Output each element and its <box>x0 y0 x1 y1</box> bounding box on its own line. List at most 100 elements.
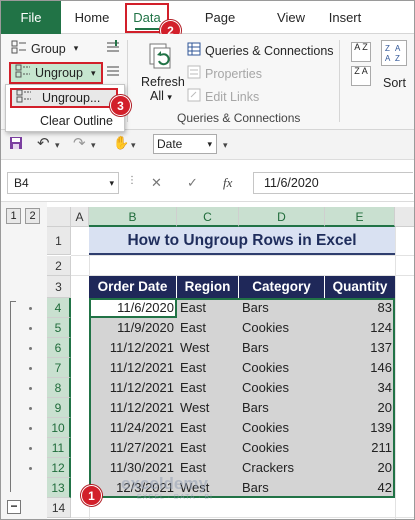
sort-dialog-icon[interactable]: ZAAZ <box>381 40 407 66</box>
sort-za-icon[interactable]: Z A <box>351 66 371 86</box>
table-cell-quantity[interactable]: 139 <box>325 418 395 438</box>
refresh-all-button[interactable]: Refresh All ▾ <box>141 40 185 103</box>
table-cell-category[interactable]: Cookies <box>239 378 325 398</box>
number-format-select[interactable]: Date ▾ <box>153 134 217 154</box>
table-cell-region[interactable]: East <box>177 438 239 458</box>
table-cell-quantity[interactable]: 124 <box>325 318 395 338</box>
row-header-6[interactable]: 6 <box>47 338 71 358</box>
table-cell-category[interactable]: Crackers <box>239 458 325 478</box>
table-cell-quantity[interactable]: 20 <box>325 458 395 478</box>
column-header-e[interactable]: E <box>325 207 395 227</box>
redo-icon[interactable]: ↷ <box>73 134 86 152</box>
table-cell-order-date[interactable]: 11/12/2021 <box>89 398 177 418</box>
row-header-9[interactable]: 9 <box>47 398 71 418</box>
table-cell-region[interactable]: West <box>177 338 239 358</box>
chevron-down-icon[interactable]: ▾ <box>55 140 60 151</box>
row-header-13[interactable]: 13 <box>47 478 71 498</box>
refresh-all-label: All ▾ <box>141 89 181 103</box>
queries-connections-button[interactable]: Queries & Connections <box>187 42 334 59</box>
table-cell-quantity[interactable]: 42 <box>325 478 395 498</box>
table-cell-category[interactable]: Bars <box>239 398 325 418</box>
table-cell-region[interactable]: East <box>177 378 239 398</box>
table-cell-category[interactable]: Cookies <box>239 438 325 458</box>
chevron-down-icon[interactable]: ▾ <box>131 140 136 151</box>
row-header-10[interactable]: 10 <box>47 418 71 438</box>
tab-home[interactable]: Home <box>67 1 117 34</box>
table-cell-category[interactable]: Cookies <box>239 358 325 378</box>
row-header-3[interactable]: 3 <box>47 276 71 298</box>
select-all-button[interactable] <box>47 207 71 227</box>
table-cell-order-date[interactable]: 11/12/2021 <box>89 378 177 398</box>
outline-level-2-button[interactable]: 2 <box>25 208 40 224</box>
row-header-12[interactable]: 12 <box>47 458 71 478</box>
column-header-a[interactable]: A <box>71 207 89 227</box>
table-cell-quantity[interactable]: 137 <box>325 338 395 358</box>
collapse-group-button[interactable]: − <box>7 500 21 514</box>
table-cell-category[interactable]: Bars <box>239 298 325 318</box>
menu-item-clear-outline[interactable]: Clear Outline <box>10 111 118 131</box>
table-header-quantity[interactable]: Quantity <box>325 276 395 298</box>
enter-icon[interactable]: ✓ <box>187 175 198 191</box>
sort-az-icon[interactable]: A Z <box>351 42 371 62</box>
table-cell-order-date[interactable]: 11/9/2020 <box>89 318 177 338</box>
table-cell-category[interactable]: Bars <box>239 338 325 358</box>
table-cell-region[interactable]: East <box>177 418 239 438</box>
sort-button[interactable]: Sort <box>383 76 406 90</box>
row-header-8[interactable]: 8 <box>47 378 71 398</box>
table-cell-order-date[interactable]: 11/6/2020 <box>89 298 177 318</box>
group-button[interactable]: Group ▾ <box>11 40 78 57</box>
tab-page-layout[interactable]: Page Layout <box>184 1 256 58</box>
table-cell-quantity[interactable]: 211 <box>325 438 395 458</box>
table-cell-category[interactable]: Cookies <box>239 418 325 438</box>
tab-view[interactable]: View <box>273 1 309 34</box>
table-cell-quantity[interactable]: 34 <box>325 378 395 398</box>
cancel-icon[interactable]: ✕ <box>151 175 162 191</box>
worksheet-grid: 1 2 A B C D E 1 2 3 4 5 6 7 8 9 10 11 12… <box>1 202 414 519</box>
undo-icon[interactable]: ↶ <box>37 134 50 152</box>
table-cell-order-date[interactable]: 11/24/2021 <box>89 418 177 438</box>
table-cell-quantity[interactable]: 146 <box>325 358 395 378</box>
save-icon[interactable] <box>9 136 23 153</box>
table-cell-order-date[interactable]: 11/12/2021 <box>89 358 177 378</box>
outline-level-1-button[interactable]: 1 <box>6 208 21 224</box>
row-header-2[interactable]: 2 <box>47 256 71 276</box>
column-header-f[interactable] <box>395 207 414 227</box>
row-header-1[interactable]: 1 <box>47 227 71 255</box>
table-cell-order-date[interactable]: 11/12/2021 <box>89 338 177 358</box>
chevron-down-icon[interactable]: ▾ <box>91 140 96 151</box>
column-header-b[interactable]: B <box>89 207 177 227</box>
table-cell-order-date[interactable]: 11/27/2021 <box>89 438 177 458</box>
name-box[interactable]: B4 ▾ <box>7 172 119 194</box>
column-header-d[interactable]: D <box>239 207 325 227</box>
row-header-7[interactable]: 7 <box>47 358 71 378</box>
table-header-region[interactable]: Region <box>177 276 239 298</box>
table-header-category[interactable]: Category <box>239 276 325 298</box>
table-cell-quantity[interactable]: 20 <box>325 398 395 418</box>
row-header-5[interactable]: 5 <box>47 318 71 338</box>
column-header-c[interactable]: C <box>177 207 239 227</box>
row-header-11[interactable]: 11 <box>47 438 71 458</box>
ungroup-button[interactable]: Ungroup ▾ <box>9 62 103 84</box>
row-header-4[interactable]: 4 <box>47 298 71 318</box>
table-cell-region[interactable]: East <box>177 358 239 378</box>
hide-detail-icon[interactable] <box>105 64 121 81</box>
table-cell-region[interactable]: East <box>177 318 239 338</box>
sheet-title[interactable]: How to Ungroup Rows in Excel <box>89 227 395 255</box>
table-cell-region[interactable]: East <box>177 298 239 318</box>
tab-file[interactable]: File <box>1 1 61 34</box>
properties-button[interactable]: Properties <box>187 65 262 82</box>
formula-input[interactable]: 11/6/2020 <box>253 172 413 194</box>
table-header-order-date[interactable]: Order Date <box>89 276 177 298</box>
table-cell-category[interactable]: Bars <box>239 478 325 498</box>
tab-insert[interactable]: Insert <box>325 1 365 34</box>
table-cell-region[interactable]: West <box>177 398 239 418</box>
row-header-14[interactable]: 14 <box>47 498 71 518</box>
touch-mode-icon[interactable]: ✋ <box>113 135 129 151</box>
show-detail-icon[interactable] <box>105 40 121 57</box>
customize-qat-icon[interactable]: ▾ <box>223 140 228 151</box>
insert-function-icon[interactable]: fx <box>223 175 232 191</box>
menu-item-ungroup[interactable]: Ungroup... <box>10 88 118 108</box>
table-cell-category[interactable]: Cookies <box>239 318 325 338</box>
table-cell-quantity[interactable]: 83 <box>325 298 395 318</box>
edit-links-button[interactable]: Edit Links <box>187 88 259 105</box>
